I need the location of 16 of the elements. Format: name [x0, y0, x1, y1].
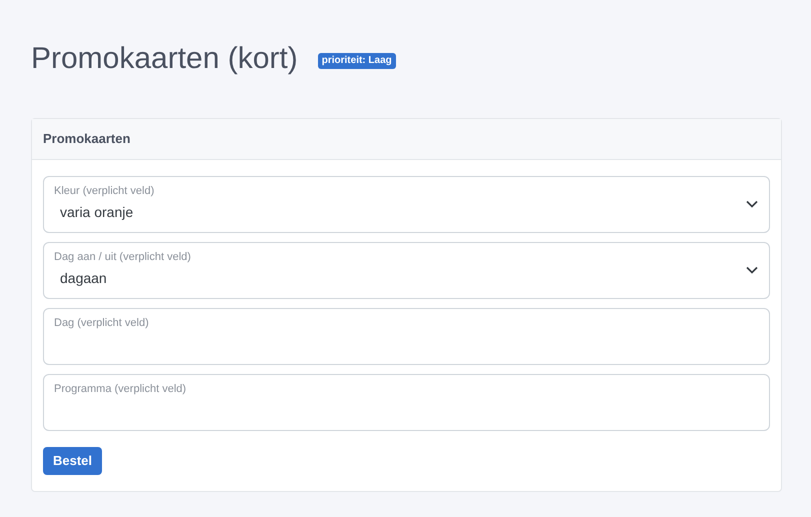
field-label: Dag aan / uit (verplicht veld)	[54, 250, 191, 264]
card-title: Promokaarten	[43, 130, 130, 148]
chevron-down-icon	[746, 200, 758, 208]
field-value: dagaan	[59, 269, 107, 287]
submit-button[interactable]: Bestel	[43, 447, 102, 475]
select-field[interactable]: Kleur (verplicht veld) varia oranje	[43, 176, 770, 233]
page-title: Promokaarten (kort)	[31, 41, 298, 77]
select-field[interactable]: Dag aan / uit (verplicht veld) dagaan	[43, 242, 770, 299]
priority-badge: prioriteit: Laag	[318, 53, 396, 69]
field-label: Dag (verplicht veld)	[54, 316, 149, 330]
field-label: Kleur (verplicht veld)	[54, 184, 154, 198]
chevron-down-icon	[746, 266, 758, 274]
field-value: varia oranje	[59, 203, 134, 221]
field-label: Programma (verplicht veld)	[54, 382, 186, 396]
input-field[interactable]: Programma (verplicht veld)	[43, 374, 770, 431]
input-field[interactable]: Dag (verplicht veld)	[43, 308, 770, 365]
